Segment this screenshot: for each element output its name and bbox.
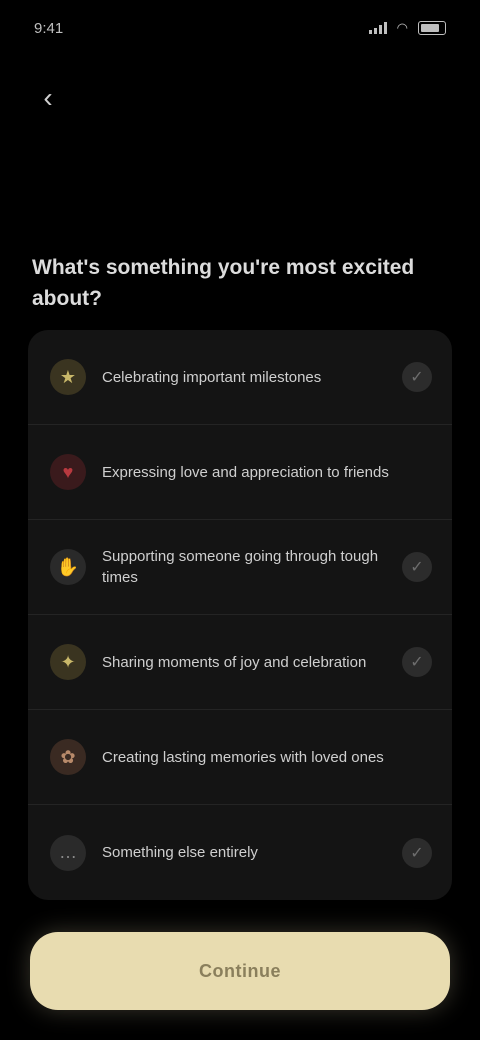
check-circle-icon[interactable]: ✓ <box>402 362 432 392</box>
options-list: ★ Celebrating important milestones ✓ ♥ E… <box>28 330 452 900</box>
option-joy[interactable]: ✦ Sharing moments of joy and celebration… <box>28 615 452 710</box>
option-other[interactable]: … Something else entirely ✓ <box>28 805 452 900</box>
option-memories[interactable]: ✿ Creating lasting memories with loved o… <box>28 710 452 805</box>
option-love[interactable]: ♥ Expressing love and appreciation to fr… <box>28 425 452 520</box>
dots-icon: … <box>50 834 86 871</box>
signal-icon <box>368 22 387 34</box>
status-left: 9:41 <box>34 20 63 37</box>
status-time: 9:41 <box>34 19 64 37</box>
option-label: Celebrating important milestones <box>102 368 322 386</box>
option-label: Expressing love and appreciation to frie… <box>102 463 389 481</box>
battery-icon <box>418 21 446 35</box>
question-title: What's something you're most excited abo… <box>32 256 415 310</box>
status-bar: 9:41 ◠ <box>0 0 480 56</box>
continue-button[interactable]: Continue <box>30 932 450 1010</box>
check-circle-icon[interactable]: ✓ <box>402 647 432 677</box>
sparkle-icon: ✦ <box>50 644 86 680</box>
option-label: Something else entirely <box>102 844 258 861</box>
wifi-icon: ◠ <box>396 20 408 35</box>
option-label: Sharing moments of joy and celebration <box>102 653 367 671</box>
hands-icon: ✋ <box>50 549 86 585</box>
option-milestones[interactable]: ★ Celebrating important milestones ✓ <box>28 330 452 425</box>
check-circle-icon[interactable]: ✓ <box>402 837 432 868</box>
option-label: Creating lasting memories with loved one… <box>102 748 384 766</box>
check-circle-icon[interactable]: ✓ <box>402 552 432 582</box>
star-icon: ★ <box>50 359 86 395</box>
option-label: Supporting someone going through tough t… <box>102 548 379 586</box>
option-support[interactable]: ✋ Supporting someone going through tough… <box>28 520 452 615</box>
heart-icon: ♥ <box>50 454 86 490</box>
gift-icon: ✿ <box>50 739 86 775</box>
arrow-left-icon: ‹ <box>43 82 53 113</box>
back-button[interactable]: ‹ <box>28 78 68 118</box>
status-right: ◠ <box>368 20 446 36</box>
